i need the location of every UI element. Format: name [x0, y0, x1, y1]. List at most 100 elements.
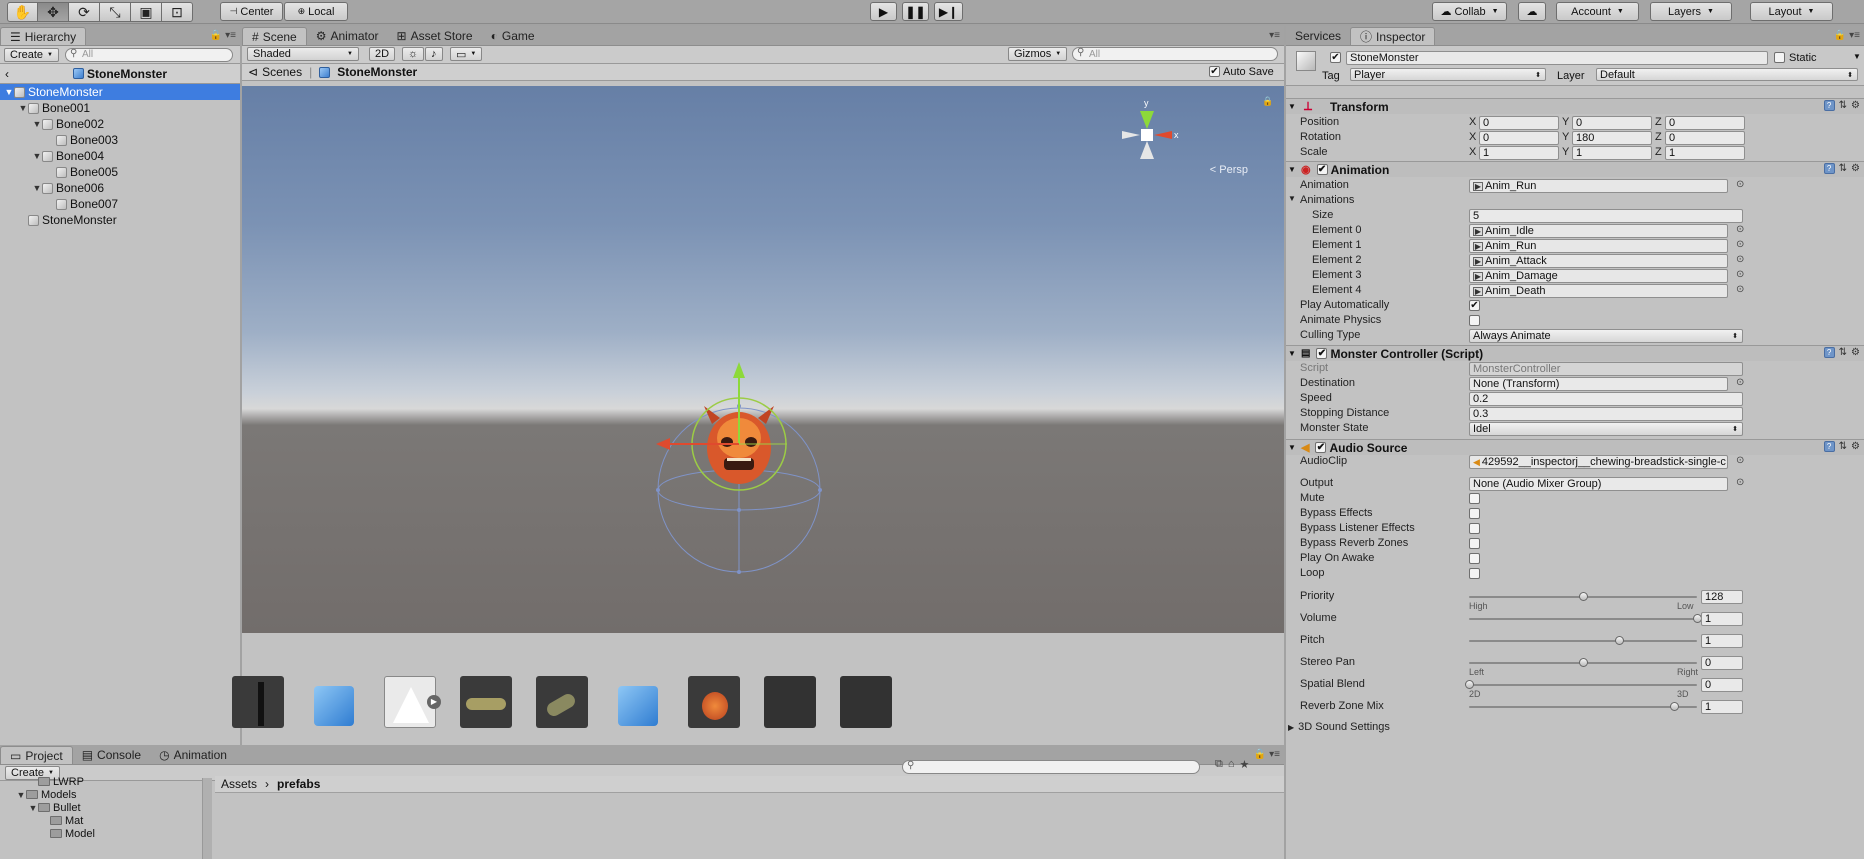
tag-dropdown[interactable]: Player ⬍ [1350, 68, 1546, 81]
slider-value-field[interactable]: 1 [1701, 612, 1743, 626]
slider-track[interactable] [1469, 684, 1697, 686]
asset-tile-cube-2[interactable] [612, 676, 664, 728]
tab-services[interactable]: Services [1286, 27, 1350, 45]
rotation-z-field[interactable]: 0 [1665, 131, 1745, 145]
object-picker-icon[interactable]: ⊙ [1736, 224, 1744, 235]
asset-tile-empty-2[interactable] [840, 676, 892, 728]
slider-thumb[interactable] [1465, 680, 1474, 689]
slider-value-field[interactable]: 1 [1701, 634, 1743, 648]
object-picker-icon[interactable]: ⊙ [1736, 179, 1744, 190]
project-search-input[interactable]: ⚲ [902, 760, 1200, 774]
slider-thumb[interactable] [1670, 702, 1680, 711]
culling-type-dropdown[interactable]: Always Animate ⬍ [1469, 329, 1743, 343]
output-picker-icon[interactable]: ⊙ [1736, 477, 1744, 488]
layer-dropdown[interactable]: Default ⬍ [1596, 68, 1858, 81]
transform-header[interactable]: ▼ ⟂ Transform ? ⇅ ⚙ [1286, 98, 1864, 114]
folder-expand-arrow-icon[interactable]: ▼ [16, 790, 26, 800]
static-checkbox[interactable] [1774, 52, 1785, 63]
hierarchy-item[interactable]: Bone005 [0, 164, 240, 180]
monster-foldout-icon[interactable]: ▼ [1286, 349, 1298, 358]
monster-state-dropdown[interactable]: Idel ⬍ [1469, 422, 1743, 436]
scale-tool-icon[interactable]: ⤡ [100, 2, 131, 22]
auto-save-checkbox[interactable]: ✔ [1209, 66, 1220, 77]
project-panel-menu-icon[interactable]: 🔒 ▾≡ [1254, 749, 1280, 760]
expand-arrow-icon[interactable]: ▼ [18, 103, 28, 113]
slider-value-field[interactable]: 0 [1701, 678, 1743, 692]
animation-header[interactable]: ▼ ◉ ✔ Animation ? ⇅ ⚙ [1286, 161, 1864, 177]
project-folder-item[interactable]: Model [16, 827, 202, 840]
slider-thumb[interactable] [1579, 658, 1588, 667]
element-field[interactable]: ▶ Anim_Attack [1469, 254, 1728, 268]
audio-enabled-checkbox[interactable]: ✔ [1315, 442, 1327, 453]
step-button[interactable]: ▶❙ [934, 2, 963, 21]
audio-toggle[interactable]: ♪ [425, 47, 443, 61]
panel-menu-icon[interactable]: 🔒 ▾≡ [210, 30, 236, 41]
hierarchy-item[interactable]: StoneMonster [0, 212, 240, 228]
audio-toggle-checkbox[interactable] [1469, 523, 1480, 534]
project-folder-item[interactable]: LWRP [16, 775, 202, 788]
monster-controller-header[interactable]: ▼ ▤ ✔ Monster Controller (Script) ? ⇅ ⚙ [1286, 345, 1864, 361]
audio-toggle-checkbox[interactable] [1469, 553, 1480, 564]
layers-dropdown[interactable]: Layers ▼ [1650, 2, 1732, 21]
asset-tile-weapon[interactable] [232, 676, 284, 728]
tab-asset-store[interactable]: ⊞ Asset Store [388, 27, 482, 45]
project-folder-item[interactable]: ▼ Models [16, 788, 202, 801]
tab-scene[interactable]: # Scene [242, 27, 307, 45]
asset-tile-bullet-1[interactable] [460, 676, 512, 728]
tab-hierarchy[interactable]: ☰ Hierarchy [0, 27, 87, 45]
hierarchy-item[interactable]: ▼ Bone001 [0, 100, 240, 116]
project-tree-scrollbar[interactable] [202, 778, 212, 859]
pivot-center-button[interactable]: ⊣ Center [220, 2, 283, 21]
hierarchy-item[interactable]: Bone007 [0, 196, 240, 212]
hierarchy-item[interactable]: ▼ Bone006 [0, 180, 240, 196]
object-picker-icon[interactable]: ⊙ [1736, 254, 1744, 265]
rotation-y-field[interactable]: 180 [1572, 131, 1652, 145]
favorite-star-icon[interactable]: ★ [1240, 758, 1250, 771]
help-icon[interactable]: ? [1823, 100, 1835, 111]
sound-settings-foldout[interactable]: ▶ 3D Sound Settings [1288, 721, 1390, 733]
asset-tile-empty-1[interactable] [764, 676, 816, 728]
monster-preset-icon[interactable]: ⇅ [1839, 347, 1847, 358]
tab-inspector[interactable]: ⓘ Inspector [1350, 27, 1436, 45]
hierarchy-item[interactable]: ▼ Bone002 [0, 116, 240, 132]
tab-game[interactable]: ◐ Game [482, 27, 544, 45]
cloud-button[interactable]: ☁ [1518, 2, 1546, 21]
element-field[interactable]: ▶ Anim_Damage [1469, 269, 1728, 283]
slider-thumb[interactable] [1615, 636, 1625, 645]
animations-foldout-icon[interactable]: ▼ [1288, 194, 1296, 203]
expand-arrow-icon[interactable]: ▼ [32, 183, 42, 193]
audio-foldout-icon[interactable]: ▼ [1286, 443, 1298, 452]
element-field[interactable]: ▶ Anim_Death [1469, 284, 1728, 298]
play-preview-icon[interactable]: ▶ [427, 695, 441, 709]
play-button[interactable]: ▶ [870, 2, 897, 21]
scale-z-field[interactable]: 1 [1665, 146, 1745, 160]
transform-foldout-icon[interactable]: ▼ [1286, 102, 1298, 111]
audio-toggle-checkbox[interactable] [1469, 538, 1480, 549]
scene-panel-menu-icon[interactable]: ▾≡ [1269, 30, 1280, 41]
script-field[interactable]: MonsterController [1469, 362, 1743, 376]
preset-icon[interactable]: ⇅ [1839, 100, 1847, 111]
settings-gear-icon[interactable]: ⚙ [1851, 100, 1860, 111]
element-field[interactable]: ▶ Anim_Run [1469, 239, 1728, 253]
audio-toggle-checkbox[interactable] [1469, 568, 1480, 579]
animation-foldout-icon[interactable]: ▼ [1286, 165, 1298, 174]
path-root[interactable]: Assets [221, 777, 257, 791]
static-chevron-down-icon[interactable]: ▼ [1853, 52, 1861, 61]
asset-tile-plane[interactable]: ▶ [384, 676, 441, 728]
play-automatically-checkbox[interactable]: ✔ [1469, 300, 1480, 311]
account-dropdown[interactable]: Account ▼ [1556, 2, 1639, 21]
tab-animation[interactable]: ◷ Animation [150, 746, 236, 764]
scale-x-field[interactable]: 1 [1479, 146, 1559, 160]
project-folder-item[interactable]: ▼ Bullet [16, 801, 202, 814]
position-z-field[interactable]: 0 [1665, 116, 1745, 130]
object-picker-icon[interactable]: ⊙ [1736, 284, 1744, 295]
expand-arrow-icon[interactable]: ▼ [32, 119, 42, 129]
scale-y-field[interactable]: 1 [1572, 146, 1652, 160]
slider-value-field[interactable]: 128 [1701, 590, 1743, 604]
animation-enabled-checkbox[interactable]: ✔ [1316, 164, 1328, 175]
monster-enabled-checkbox[interactable]: ✔ [1316, 348, 1328, 359]
position-y-field[interactable]: 0 [1572, 116, 1652, 130]
destination-field[interactable]: None (Transform) [1469, 377, 1728, 391]
move-tool-icon[interactable]: ✥ [38, 2, 69, 22]
size-field[interactable]: 5 [1469, 209, 1743, 223]
